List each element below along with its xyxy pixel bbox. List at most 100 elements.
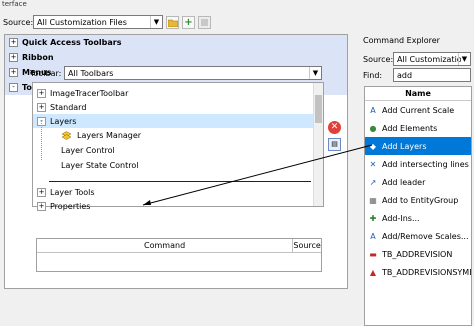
chevron-down-icon: ▼	[458, 53, 470, 65]
command-table: Command Source	[36, 238, 322, 272]
chevron-down-icon: ▼	[150, 16, 162, 28]
command-item-label: Add/Remove Scales...	[382, 231, 469, 241]
command-list-items: A Add Current Scale ● Add Elements ◆ Add Laye…	[365, 101, 471, 281]
toolbar-filter-row: Toolbar: All Toolbars ▼	[30, 66, 322, 80]
tree-item-layer-state-control[interactable]: Layer State Control	[61, 158, 138, 172]
command-table-header: Command Source	[37, 239, 321, 253]
command-item-label: Add leader	[382, 177, 426, 187]
tree-item-label: Layers Manager	[77, 130, 142, 140]
command-item[interactable]: ◆ Add Layers	[365, 137, 471, 155]
scrollbar-thumb[interactable]	[315, 95, 322, 123]
open-file-button[interactable]	[166, 15, 179, 29]
tree-item-standard[interactable]: + Standard	[37, 100, 86, 114]
revision-symbol-icon: ▲	[369, 267, 377, 277]
find-value: add	[397, 70, 413, 80]
tree-item-ribbon[interactable]: + Ribbon	[5, 50, 347, 65]
add-button[interactable]: +	[182, 15, 195, 29]
layers-icon: ◆	[369, 141, 377, 151]
command-list: Name A Add Current Scale ● Add Elements ◆ Add…	[364, 86, 472, 326]
command-item[interactable]: ✚ Add-Ins...	[365, 209, 471, 227]
window-title: terface	[2, 0, 27, 8]
command-item[interactable]: ● Add Elements	[365, 119, 471, 137]
scales-icon: A	[370, 231, 376, 241]
chevron-down-icon: ▼	[309, 67, 321, 79]
find-label: Find:	[363, 70, 383, 80]
command-item-label: TB_ADDREVISIONSYMBOL	[382, 267, 471, 277]
explorer-source-row: Source: All Customization File ▼	[363, 52, 471, 66]
expand-icon[interactable]: +	[37, 201, 46, 211]
tree-item-layers[interactable]: - Layers	[33, 114, 313, 128]
elements-icon: ●	[369, 123, 377, 133]
toolbar-tree: + ImageTracerToolbar + Standard - Layers…	[32, 82, 324, 211]
tree-connector	[41, 120, 42, 160]
command-item-label: Add Layers	[382, 141, 427, 151]
tree-item-quick-access-toolbars[interactable]: + Quick Access Toolbars	[5, 35, 347, 50]
expand-icon[interactable]: +	[37, 102, 46, 112]
tree-item-label: Layer Control	[61, 145, 115, 155]
remove-button[interactable]	[198, 15, 211, 29]
expand-icon[interactable]: +	[9, 53, 18, 62]
tree-item-label: Layer Tools	[50, 187, 95, 197]
command-item-label: Add to EntityGroup	[382, 195, 459, 205]
tree-item-properties[interactable]: + Properties	[37, 199, 90, 213]
command-item[interactable]: A Add Current Scale	[365, 101, 471, 119]
command-item[interactable]: ✕ Add intersecting lines	[365, 155, 471, 173]
tree-item-label: Layers	[50, 116, 77, 126]
command-item[interactable]: ▲ TB_ADDREVISIONSYMBOL	[365, 263, 471, 281]
command-explorer-title: Command Explorer	[363, 36, 440, 45]
expand-icon[interactable]: +	[37, 187, 46, 197]
toolbar-filter-label: Toolbar:	[30, 68, 62, 78]
command-item[interactable]: ↗ Add leader	[365, 173, 471, 191]
leader-icon: ↗	[369, 177, 377, 187]
column-command[interactable]: Command	[37, 239, 294, 252]
tree-item-label: Standard	[50, 102, 87, 112]
command-item[interactable]: ▦ Add to EntityGroup	[365, 191, 471, 209]
source-value: All Customization Files	[37, 17, 127, 27]
delete-icon[interactable]: ✕	[328, 121, 341, 134]
find-row: Find: add	[363, 68, 471, 82]
group-icon: ▦	[369, 195, 377, 205]
command-item-label: TB_ADDREVISION	[382, 249, 453, 259]
expand-icon[interactable]: +	[9, 38, 18, 47]
tree-item-imagetracer[interactable]: + ImageTracerToolbar	[37, 86, 128, 100]
layers-icon	[61, 130, 72, 140]
tree-item-label: Layer State Control	[61, 160, 139, 170]
tree-item-label: Quick Access Toolbars	[22, 38, 122, 47]
tree-scrollbar[interactable]	[313, 83, 323, 206]
scale-icon: A	[370, 105, 376, 115]
tree-item-layer-tools[interactable]: + Layer Tools	[37, 185, 95, 199]
explorer-source-dropdown[interactable]: All Customization File ▼	[393, 52, 471, 66]
disabled-icon	[201, 18, 208, 26]
lines-icon: ✕	[369, 159, 377, 169]
drop-indicator	[49, 181, 311, 182]
source-label: Source:	[3, 17, 34, 27]
command-item-label: Add intersecting lines	[382, 159, 469, 169]
command-item-label: Add Current Scale	[382, 105, 455, 115]
explorer-source-value: All Customization File	[397, 54, 461, 64]
command-item-label: Add Elements	[382, 123, 438, 133]
collapse-icon[interactable]: -	[9, 83, 18, 92]
find-input[interactable]: add	[393, 68, 471, 82]
revision-icon: ▬	[369, 249, 377, 259]
expand-icon[interactable]: +	[9, 68, 18, 77]
source-dropdown[interactable]: All Customization Files ▼	[33, 15, 163, 29]
toolbar-filter-dropdown[interactable]: All Toolbars ▼	[64, 66, 322, 80]
command-item[interactable]: ▬ TB_ADDREVISION	[365, 245, 471, 263]
tree-item-label: Ribbon	[22, 53, 54, 62]
tree-item-label: Properties	[50, 201, 91, 211]
command-item-label: Add-Ins...	[382, 213, 420, 223]
column-name[interactable]: Name	[365, 87, 471, 101]
tree-item-layer-control[interactable]: Layer Control	[61, 143, 115, 157]
properties-icon[interactable]: ▤	[328, 138, 341, 151]
side-buttons: ✕ ▤	[328, 121, 341, 151]
tree-item-layers-manager[interactable]: Layers Manager	[61, 128, 141, 142]
column-source[interactable]: Source	[293, 239, 321, 252]
addins-icon: ✚	[369, 213, 377, 223]
command-item[interactable]: A Add/Remove Scales...	[365, 227, 471, 245]
explorer-source-label: Source:	[363, 54, 394, 64]
source-row: Source: All Customization Files ▼ +	[3, 15, 211, 29]
expand-icon[interactable]: +	[37, 88, 46, 98]
toolbar-filter-value: All Toolbars	[68, 68, 114, 78]
plus-icon: +	[184, 16, 193, 28]
command-explorer: Command Explorer Source: All Customizati…	[358, 34, 474, 326]
